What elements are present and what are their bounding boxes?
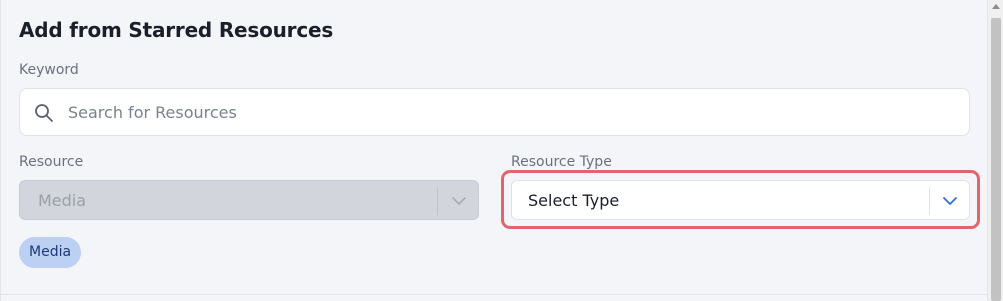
- resource-type-label: Resource Type: [511, 154, 612, 170]
- bottom-divider: [1, 294, 988, 295]
- dialog-title: Add from Starred Resources: [19, 18, 334, 42]
- chevron-down-icon: [452, 197, 466, 205]
- resource-select: Media: [19, 180, 479, 220]
- search-field[interactable]: [19, 88, 970, 136]
- resource-type-select[interactable]: Select Type: [511, 180, 970, 220]
- keyword-label: Keyword: [19, 62, 79, 78]
- search-icon: [35, 104, 53, 122]
- vertical-scrollbar[interactable]: [987, 0, 1003, 301]
- resource-select-separator: [437, 187, 438, 215]
- starred-resources-panel: Add from Starred Resources Keyword Resou…: [0, 0, 988, 301]
- scrollbar-thumb[interactable]: [991, 18, 1001, 301]
- resource-select-value: Media: [38, 191, 87, 210]
- resource-chip[interactable]: Media: [19, 237, 82, 268]
- resource-type-select-separator: [929, 187, 930, 215]
- resource-label: Resource: [19, 154, 84, 170]
- chevron-down-icon[interactable]: [941, 193, 959, 209]
- scroll-up-arrow-icon[interactable]: [992, 4, 1000, 9]
- search-input[interactable]: [68, 89, 948, 135]
- resource-type-select-value: Select Type: [528, 191, 620, 210]
